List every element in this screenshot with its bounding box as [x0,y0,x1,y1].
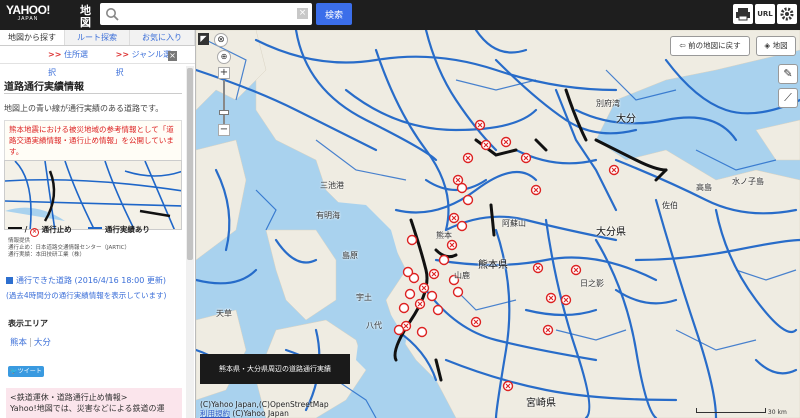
search-icon [106,8,119,21]
rail-info-text: Yahoo!地図では、災害などによる鉄道の運 [10,404,165,413]
passable-subtext: (過去4時間分の通行実績情報を表示しています) [6,291,167,300]
close-icon[interactable]: × [168,51,177,61]
terms-link[interactable]: 利用規約 [200,409,230,418]
blue-square-icon [6,277,13,284]
place-label: 有明海 [316,211,340,220]
place-label: 大分県 [596,227,626,238]
close-overlay-icon[interactable]: ⊗ [214,33,228,47]
back-arrow-icon: ⇦ [679,41,689,50]
passable-roads-link[interactable]: 通行できた道路 (2016/4/16 18:00 更新) [6,275,166,286]
url-label: URL [757,10,773,18]
arrow-icon: >> [115,50,130,59]
place-label: 八代 [366,321,382,330]
tab-map-search[interactable]: 地図から探す [0,30,65,45]
notice-text: 熊本地震における被災地域の参考情報として「道路交通実績情報・通行止め情報」を公開… [4,120,182,162]
map-caption: 熊本県・大分県周辺の道路通行実績 [200,354,350,384]
place-label: 水ノ子島 [732,177,764,186]
closed-road-swatch [8,227,22,229]
legend-slash: / [24,225,28,234]
tab-favorites[interactable]: お気に入り [130,30,195,45]
area-link-kumamoto[interactable]: 熊本 [10,338,27,348]
zoom-out-button[interactable]: − [218,124,230,136]
pencil-icon[interactable]: ✎ [778,64,798,84]
place-label: 三池港 [320,181,344,190]
url-icon[interactable]: URL [755,4,775,24]
place-label: 日之影 [580,279,604,288]
layer-label: 地図 [772,41,788,50]
place-label: 宇土 [356,293,372,302]
scrollbar-thumb[interactable] [187,68,193,260]
clear-icon[interactable]: × [297,8,308,19]
scale-bar: 30 km [696,408,787,416]
print-icon[interactable] [733,4,753,24]
search-input[interactable] [122,6,282,22]
panel-title: 道路通行実績情報 [4,82,84,93]
passable-road-swatch [88,227,103,229]
place-label: 高島 [696,183,712,192]
divider [4,93,182,94]
zoom-slider-track[interactable] [223,80,225,124]
previous-map-label: 前の地図に戻す [688,41,741,50]
yahoo-japan-logo[interactable]: YAHOO! JAPAN 地図 [6,3,91,29]
legend-passable-label: 通行実績あり [104,225,150,234]
sidebar-scrollbar[interactable] [186,66,194,418]
address-select-link[interactable]: >> 住所選択 [48,46,98,77]
scale-label: 30 km [767,409,787,416]
tweet-button[interactable]: 🐦ツイート [8,366,44,377]
twitter-icon: 🐦 [10,368,18,375]
credits: 情報提供 通行止め：日本道路交通情報センター（JARTIC） 通行実績：本田技研… [8,238,130,259]
tab-bar: 地図から探す ルート探索 お気に入り [0,30,195,46]
legend-map-image [4,160,182,230]
tab-route-search[interactable]: ルート探索 [65,30,130,45]
place-label: 山鹿 [454,271,470,280]
rail-info-title: <鉄道運休・道路通行止め情報> [10,393,128,402]
place-label: 島原 [342,251,358,260]
passable-roads-label: 通行できた道路 (2016/4/16 18:00 更新) [16,276,166,285]
place-label: 佐伯 [662,201,678,210]
area-label: 表示エリア [8,319,48,328]
closed-marker-icon: × [30,228,39,237]
collapse-sidebar-icon[interactable]: ◤ [198,33,209,45]
sidebar: 地図から探す ルート探索 お気に入り >> 住所選択 >> ジャンル選択 × 道… [0,30,196,418]
map-area[interactable]: ◤ ⊗ ⊕ + − ⇦ 前の地図に戻す ◈ 地図 ✎ ⟋ 大分 熊本県 大分県 … [196,30,800,418]
copyright-text-2: (C)Yahoo Japan [232,409,289,418]
settings-icon[interactable] [777,4,797,24]
rail-info-box: <鉄道運休・道路通行止め情報> Yahoo!地図では、災害などによる鉄道の運 [6,388,182,418]
place-label: 天草 [216,309,232,318]
place-label: 別府湾 [596,99,620,108]
ruler-icon[interactable]: ⟋ [778,88,798,108]
tweet-label: ツイート [17,368,42,375]
place-label: 熊本県 [478,260,508,271]
place-label: 阿蘇山 [502,219,526,228]
zoom-slider-handle[interactable] [219,110,229,115]
layers-icon: ◈ [764,41,773,50]
copyright-text: (C)Yahoo Japan,(C)OpenStreetMap [200,400,329,409]
place-label: 熊本 [436,231,452,240]
separator: | [29,338,32,348]
credits-passable: 通行実績：本田技研工業（株） [8,252,86,258]
search-button[interactable]: 検索 [316,3,352,25]
credits-closed: 通行止め：日本道路交通情報センター（JARTIC） [8,245,131,251]
logo-service-text: 地図 [80,5,91,29]
legend-key: / × 通行止め 通行実績あり [4,222,182,238]
zoom-in-button[interactable]: + [218,67,230,79]
scale-line [696,408,766,413]
map-copyright: (C)Yahoo Japan,(C)OpenStreetMap 利用規約 (C)… [200,400,329,418]
compass-icon[interactable]: ⊕ [217,50,231,64]
credits-header: 情報提供 [8,238,31,244]
logo-text: YAHOO! [6,3,50,17]
place-label: 大分 [616,114,636,125]
place-label: 宮崎県 [526,398,556,409]
layer-button[interactable]: ◈ 地図 [756,36,796,56]
area-links: 熊本 | 大分 [10,336,51,348]
intro-text: 地図上の青い線が通行実績のある道路です。 [4,104,164,113]
arrow-icon: >> [48,50,62,59]
area-link-oita[interactable]: 大分 [34,338,51,348]
legend-closed-label: 通行止め [41,225,72,234]
top-bar: YAHOO! JAPAN 地図 × 検索 URL [0,0,800,30]
previous-map-button[interactable]: ⇦ 前の地図に戻す [670,36,750,56]
search-box: × [100,3,312,25]
sub-navigation: >> 住所選択 >> ジャンル選択 [0,46,195,77]
